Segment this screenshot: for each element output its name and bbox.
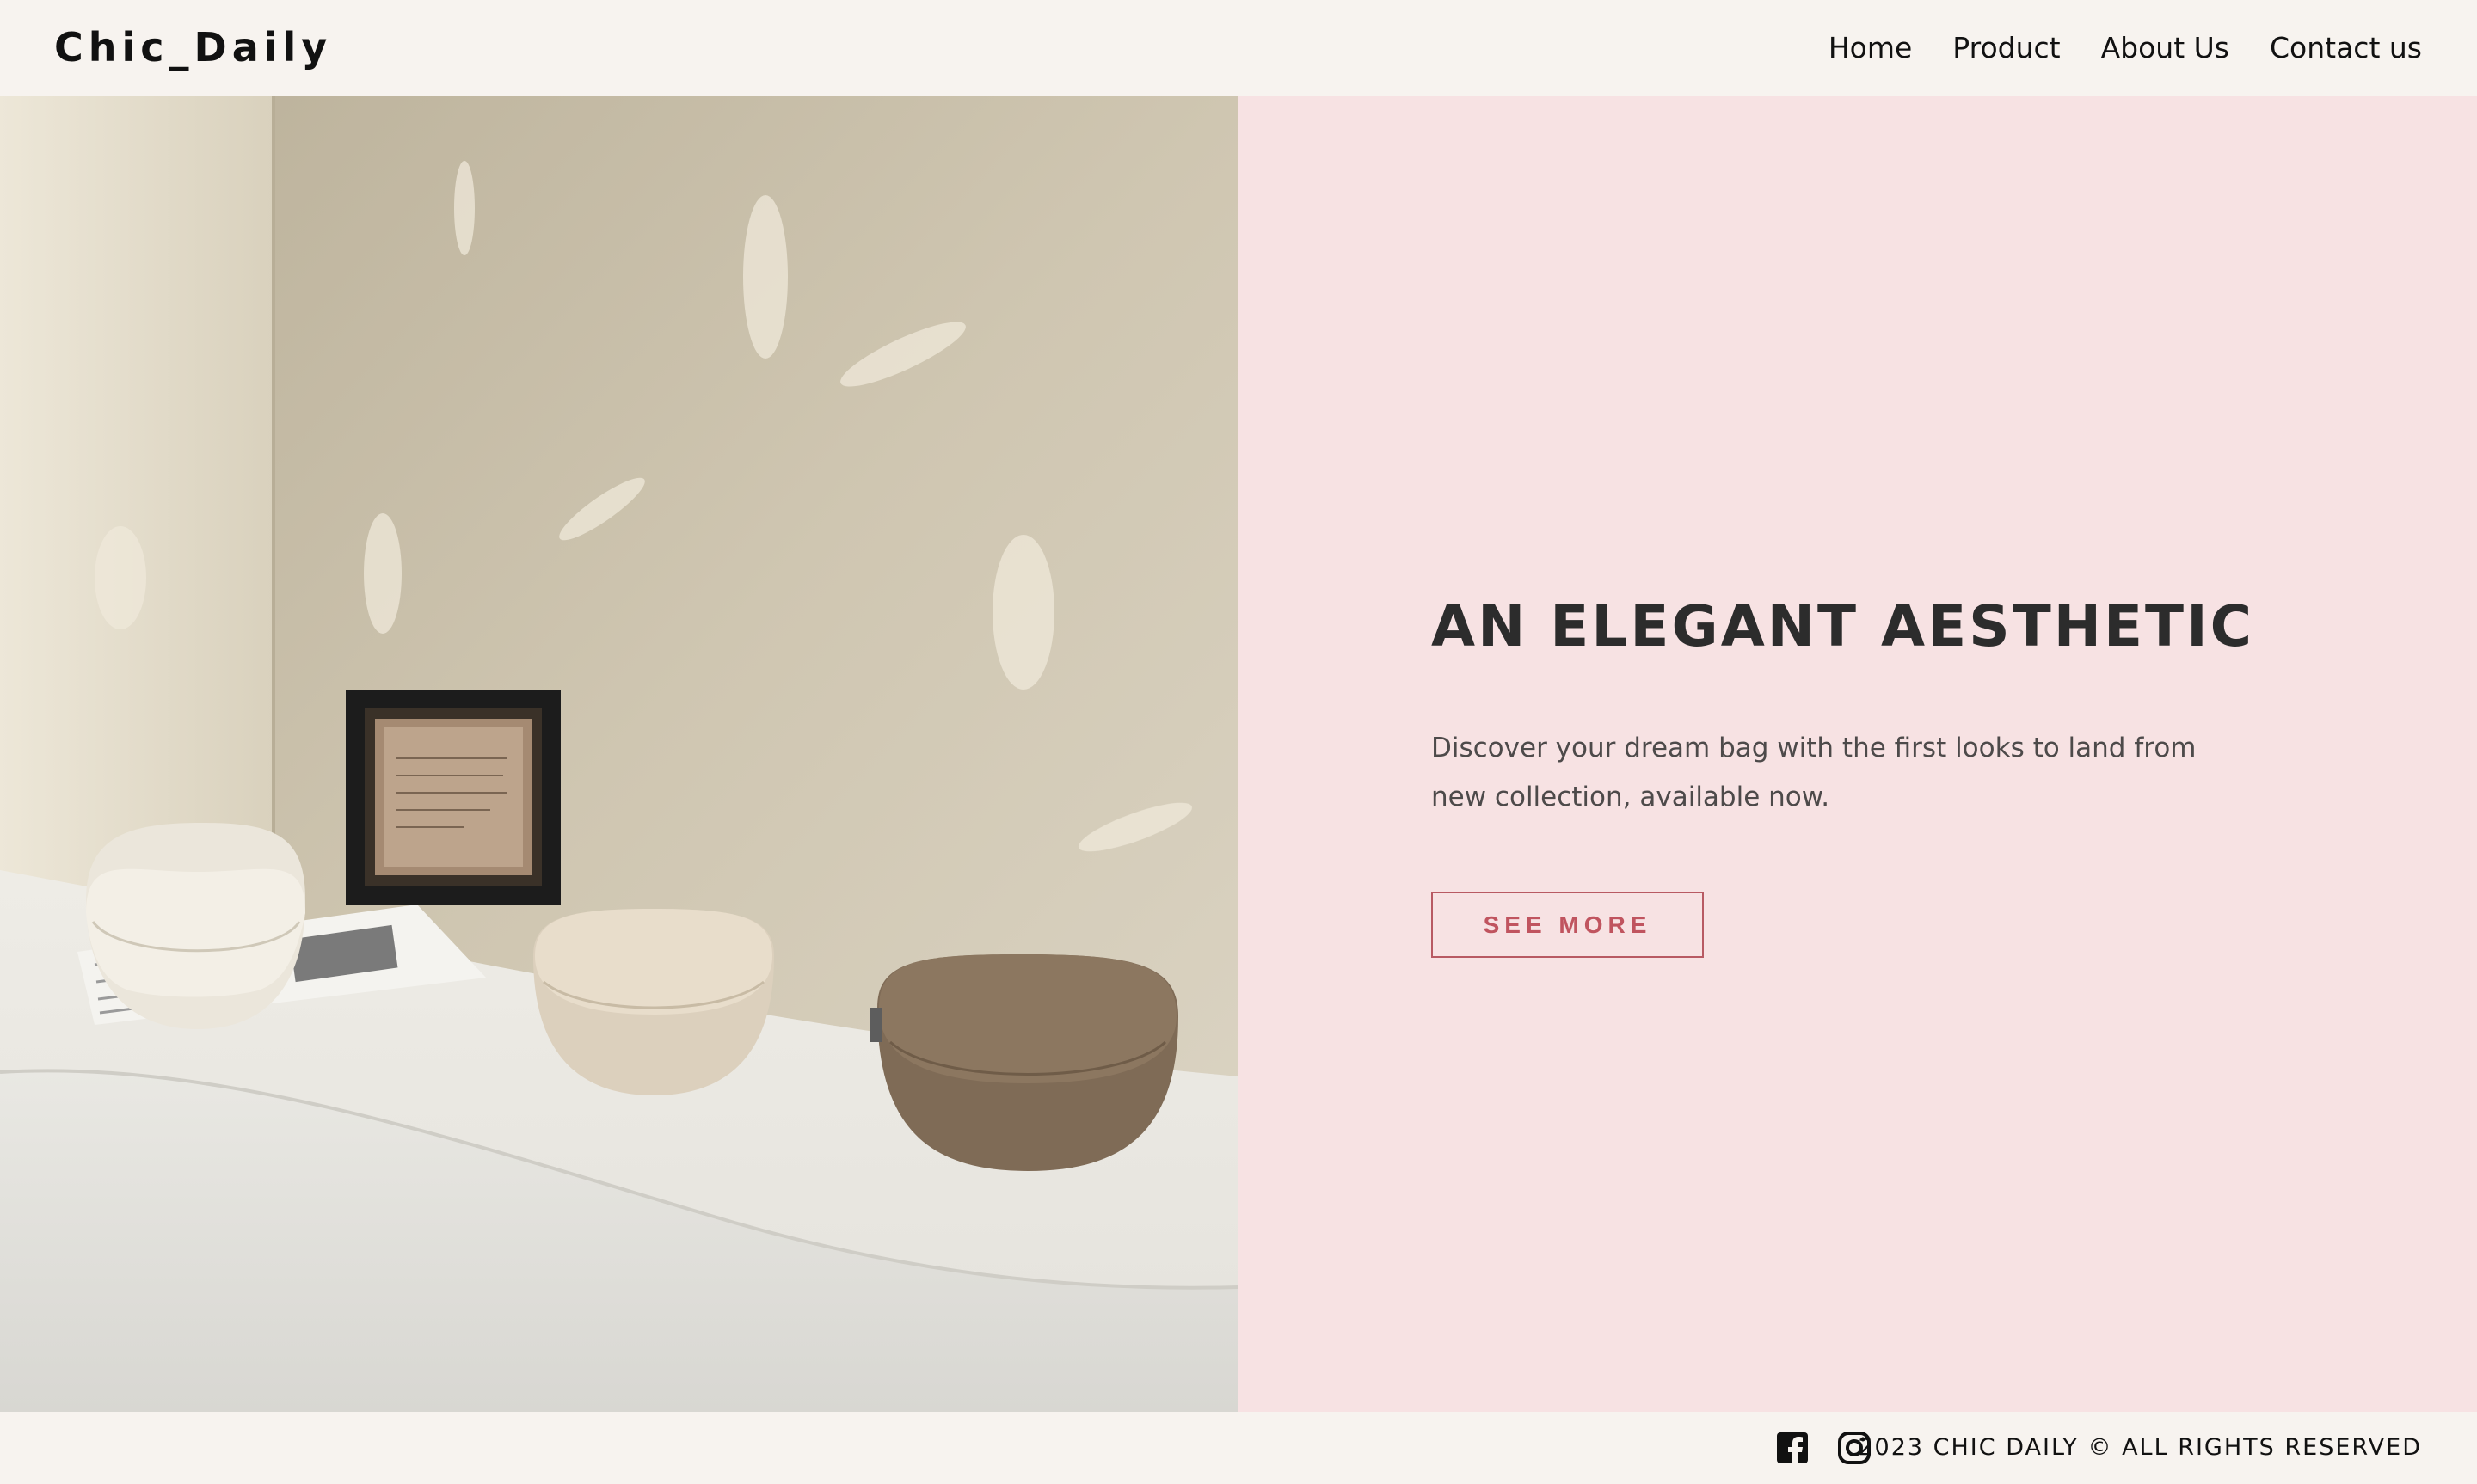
main-nav: Home Product About Us Contact us — [1829, 31, 2422, 64]
hero-image — [0, 96, 1238, 1412]
nav-home[interactable]: Home — [1829, 31, 1912, 64]
site-header: Chic_Daily Home Product About Us Contact… — [0, 0, 2477, 96]
copyright-text: 2023 CHIC DAILY © ALL RIGHTS RESERVED — [1858, 1434, 2422, 1461]
nav-contact-us[interactable]: Contact us — [2270, 31, 2422, 64]
social-links — [1775, 1431, 1872, 1465]
brand-logo[interactable]: Chic_Daily — [54, 24, 332, 71]
hero-description: Discover your dream bag with the first l… — [1431, 733, 2197, 813]
hero-text-panel: AN ELEGANT AESTHETIC Discover your dream… — [1238, 96, 2477, 1412]
site-footer: 2023 CHIC DAILY © ALL RIGHTS RESERVED — [0, 1412, 2477, 1484]
hero-headline: AN ELEGANT AESTHETIC — [1431, 593, 2255, 659]
nav-product[interactable]: Product — [1952, 31, 2060, 64]
see-more-button[interactable]: SEE MORE — [1431, 892, 1704, 958]
facebook-icon[interactable] — [1775, 1431, 1810, 1465]
nav-about-us[interactable]: About Us — [2101, 31, 2229, 64]
bags-photo-illustration — [0, 96, 1238, 1412]
